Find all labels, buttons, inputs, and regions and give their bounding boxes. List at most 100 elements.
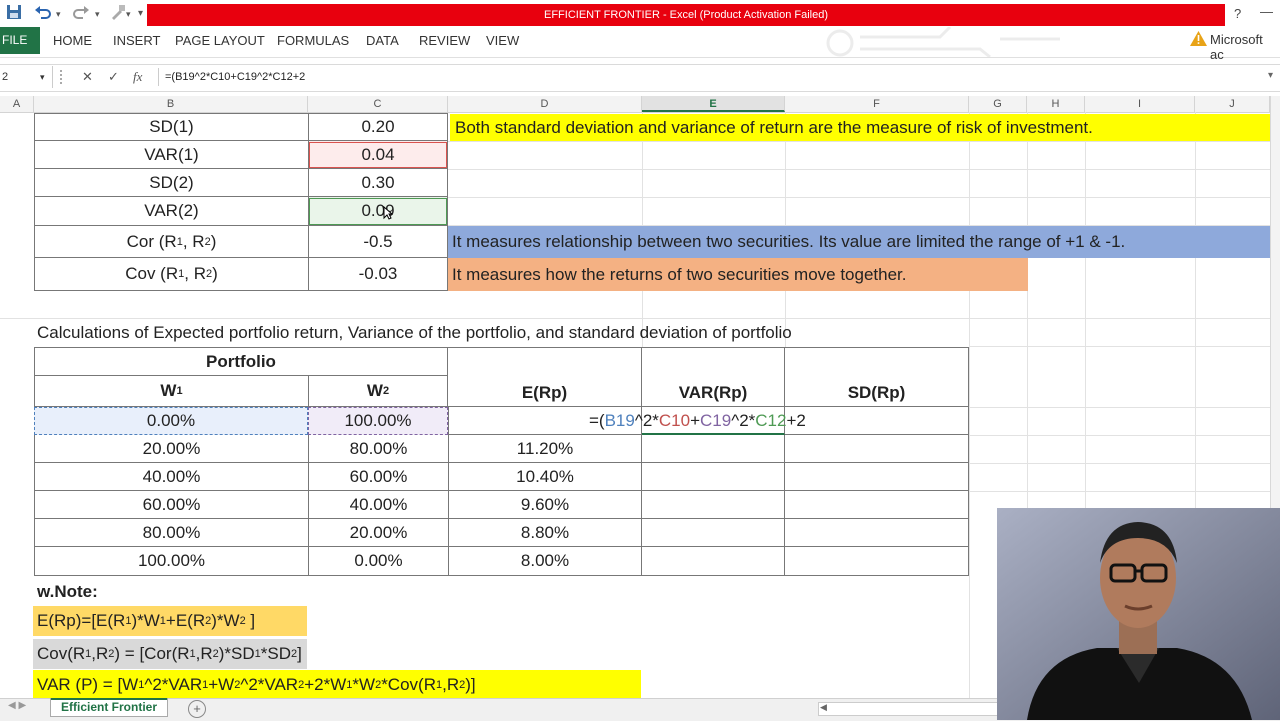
tab-page-layout[interactable]: PAGE LAYOUT [175,27,265,54]
w1-cell[interactable]: 80.00% [34,519,308,547]
var2-value[interactable]: 0.09 [308,197,448,226]
varrp-cell[interactable] [642,491,785,519]
calc-heading[interactable]: Calculations of Expected portfolio retur… [32,320,972,346]
cor-label[interactable]: Cor (R 1, R 2) [34,226,308,258]
cor-value[interactable]: -0.5 [308,226,448,258]
file-tab[interactable]: FILE [0,27,40,54]
sdrp-cell[interactable] [785,463,969,491]
column-header-f[interactable]: F [785,96,969,112]
save-icon[interactable] [6,4,22,24]
erp-cell[interactable]: 8.00% [448,547,642,576]
erp-formula-note[interactable]: E(Rp)=[E(R 1)*W 1 +E(R 2)*W 2 ] [33,606,307,636]
var1-value[interactable]: 0.04 [308,141,448,169]
insert-function-icon[interactable]: fx [133,66,142,88]
risk-note[interactable]: Both standard deviation and variance of … [450,114,1270,141]
w1-cell[interactable]: 100.00% [34,547,308,576]
cov-label[interactable]: Cov (R 1, R 2) [34,258,308,291]
note-title[interactable]: w.Note: [33,579,233,605]
w1-cell[interactable]: 40.00% [34,463,308,491]
undo-icon[interactable] [34,4,52,24]
format-painter-icon[interactable] [110,4,126,24]
sdrp-cell[interactable] [785,491,969,519]
w1-cell[interactable]: 60.00% [34,491,308,519]
help-button[interactable]: ? [1234,6,1241,21]
erp-cell[interactable]: 9.60% [448,491,642,519]
w2-cell[interactable]: 100.00% [308,407,448,435]
erp-formula-text: E(Rp)=[E(R [37,611,126,630]
varrp-header[interactable]: VAR(Rp) [642,347,785,407]
cov-note[interactable]: It measures how the returns of two secur… [448,258,1028,291]
horizontal-scrollbar[interactable] [818,702,1000,716]
sd1-label[interactable]: SD(1) [34,113,308,141]
sd1-value[interactable]: 0.20 [308,113,448,141]
w2-cell[interactable]: 60.00% [308,463,448,491]
sdrp-cell[interactable] [785,435,969,463]
erp-cell[interactable]: 11.20% [448,435,642,463]
sheet-nav-icon[interactable]: ◀ ▶ [8,700,26,711]
sdrp-cell[interactable] [785,519,969,547]
erp-header[interactable]: E(Rp) [448,347,642,407]
w1-cell[interactable]: 0.00% [34,407,308,435]
column-header-g[interactable]: G [969,96,1027,112]
cov-formula-part: ) = [Cor(R [114,644,190,663]
portfolio-header[interactable]: Portfolio [34,347,448,375]
tab-data[interactable]: DATA [366,27,399,54]
column-header-c[interactable]: C [308,96,448,112]
tab-insert[interactable]: INSERT [113,27,160,54]
tab-view[interactable]: VIEW [486,27,519,54]
sd2-value[interactable]: 0.30 [308,169,448,197]
undo-dropdown-icon[interactable]: ▾ [56,4,61,24]
var2-label[interactable]: VAR(2) [34,197,308,226]
w2-cell[interactable]: 0.00% [308,547,448,576]
tab-review[interactable]: REVIEW [419,27,470,54]
column-header-h[interactable]: H [1027,96,1085,112]
column-header-e[interactable]: E [642,96,785,112]
format-dropdown-icon[interactable]: ▾ [126,4,131,24]
name-box[interactable]: 2 ▾ [0,66,53,88]
add-sheet-icon[interactable]: + [188,700,206,718]
var-formula-note[interactable]: VAR (P) = [W 1 ^2*VAR 1 +W 2 ^2*VAR 2 +2*W 1 *W 2 *C… [33,670,641,700]
w2-cell[interactable]: 40.00% [308,491,448,519]
sdrp-header[interactable]: SD(Rp) [785,347,969,407]
cancel-icon[interactable]: ✕ [82,66,93,88]
erp-cell[interactable]: 8.80% [448,519,642,547]
expand-formula-icon[interactable]: ▾ [1268,70,1273,81]
column-header-b[interactable]: B [34,96,308,112]
var1-label[interactable]: VAR(1) [34,141,308,169]
scroll-left-icon[interactable]: ◀ [820,702,827,713]
w1-cell[interactable]: 20.00% [34,435,308,463]
watermark-circuit-icon [826,27,1060,57]
cov-value[interactable]: -0.03 [308,258,448,291]
tab-home[interactable]: HOME [53,27,92,54]
cov-formula-note[interactable]: Cov(R 1 ,R 2) = [Cor(R 1 ,R 2)*SD 1 *SD 2] [33,639,307,669]
w2-cell[interactable]: 80.00% [308,435,448,463]
cor-note[interactable]: It measures relationship between two sec… [448,226,1270,258]
sd2-label[interactable]: SD(2) [34,169,308,197]
erp-cell[interactable]: 10.40% [448,463,642,491]
column-header-a[interactable]: A [0,96,34,112]
account-warning-text[interactable]: Microsoft ac [1210,32,1280,62]
column-header-j[interactable]: J [1195,96,1270,112]
name-box-dropdown-icon[interactable]: ▾ [40,66,45,88]
minimize-button[interactable]: — [1260,4,1273,19]
varrp-cell[interactable] [642,547,785,576]
redo-dropdown-icon[interactable]: ▾ [95,4,100,24]
varrp-cell[interactable] [642,519,785,547]
sdrp-cell[interactable] [785,407,969,435]
w1-header[interactable]: W1 [34,375,308,407]
sheet-tab-efficient-frontier[interactable]: Efficient Frontier [50,698,168,717]
w2-header[interactable]: W2 [308,375,448,407]
sdrp-cell[interactable] [785,547,969,576]
varrp-cell[interactable] [642,463,785,491]
varrp-cell[interactable] [642,435,785,463]
presenter-video-image [997,508,1280,720]
column-header-d[interactable]: D [448,96,642,112]
customize-qat-icon[interactable]: ▾ [138,4,143,24]
formula-input[interactable]: =(B19^2*C10+C19^2*C12+2 [165,66,305,88]
enter-icon[interactable]: ✓ [108,66,119,88]
in-cell-formula[interactable]: =(B19 ^2* C10 + C19 ^2* C12 +2 [589,407,806,435]
w2-cell[interactable]: 20.00% [308,519,448,547]
redo-icon[interactable] [72,4,90,24]
column-header-i[interactable]: I [1085,96,1195,112]
tab-formulas[interactable]: FORMULAS [277,27,349,54]
